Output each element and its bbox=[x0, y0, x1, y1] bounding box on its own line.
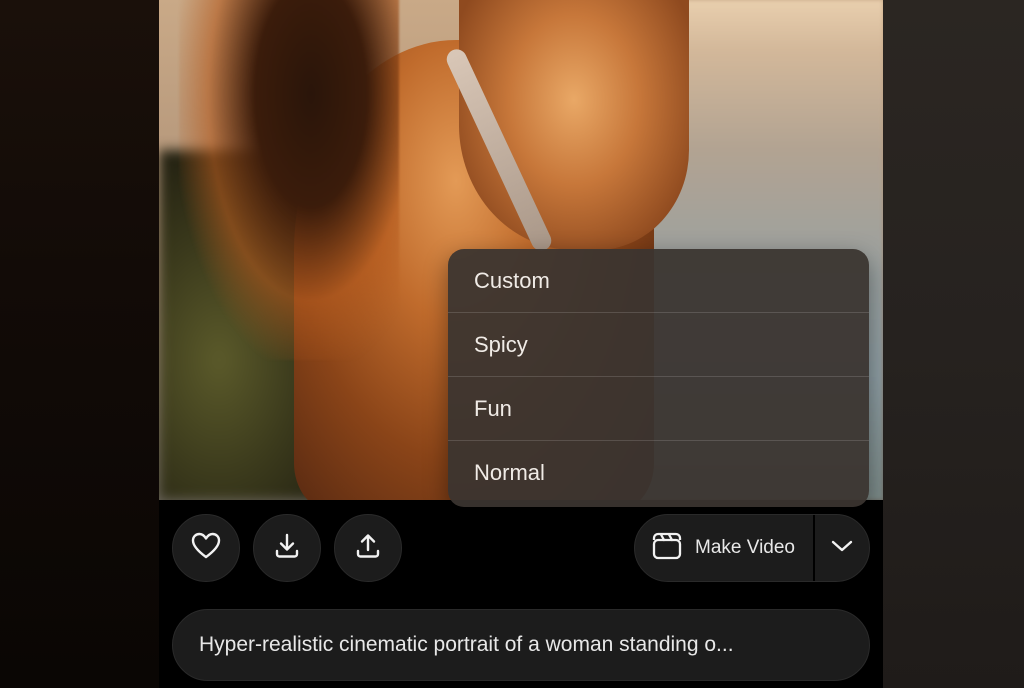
menu-item-spicy[interactable]: Spicy bbox=[448, 313, 869, 377]
make-video-control: Make Video bbox=[634, 514, 870, 582]
share-icon bbox=[354, 532, 382, 565]
share-button[interactable] bbox=[334, 514, 402, 582]
prompt-text: Hyper-realistic cinematic portrait of a … bbox=[199, 633, 734, 656]
chevron-down-icon bbox=[831, 539, 853, 558]
clapperboard-icon bbox=[651, 531, 683, 566]
like-button[interactable] bbox=[172, 514, 240, 582]
video-mode-dropdown: Custom Spicy Fun Normal bbox=[448, 249, 869, 507]
download-icon bbox=[273, 532, 301, 565]
background-left bbox=[0, 0, 160, 688]
app-screen: Custom Spicy Fun Normal Make Video Hyper… bbox=[0, 0, 1024, 688]
menu-item-custom[interactable]: Custom bbox=[448, 249, 869, 313]
menu-item-fun[interactable]: Fun bbox=[448, 377, 869, 441]
phone-screen: Custom Spicy Fun Normal Make Video Hyper… bbox=[159, 0, 883, 688]
expand-options-button[interactable] bbox=[815, 515, 869, 581]
make-video-label: Make Video bbox=[695, 537, 795, 558]
heart-icon bbox=[191, 532, 221, 565]
download-button[interactable] bbox=[253, 514, 321, 582]
prompt-text-field[interactable]: Hyper-realistic cinematic portrait of a … bbox=[172, 609, 870, 681]
menu-item-normal[interactable]: Normal bbox=[448, 441, 869, 505]
make-video-button[interactable]: Make Video bbox=[635, 515, 815, 581]
background-right bbox=[883, 0, 1024, 688]
